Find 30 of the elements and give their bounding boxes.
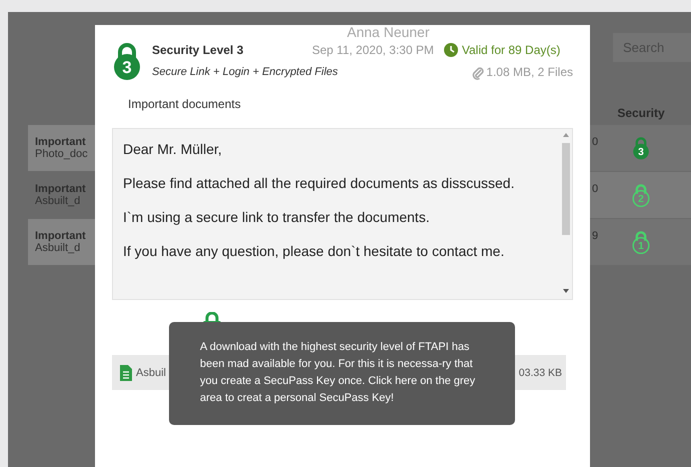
list-item[interactable]: Important Photo_doc: [28, 125, 98, 171]
tooltip[interactable]: [169, 322, 515, 425]
item-title: Important: [35, 136, 87, 148]
attachment-size: 03.33 KB: [518, 366, 562, 378]
message-paragraph: Please find attached all the required documents as disscussed.: [123, 174, 516, 193]
message-subject: Important documents: [128, 97, 242, 111]
tooltip-text: A download with the highest security level of FTAPI has been mad available for you. For this it is necessa-ry that you create a SecuPass Key once. Click here on the grey area to creat a personal SecuPass Key!: [200, 340, 476, 406]
table-cell-text: 0: [591, 136, 600, 148]
security-title: Security Level 3: [152, 42, 244, 56]
validity-text: Valid for 89 Day(s): [462, 42, 560, 56]
list-item[interactable]: Important Asbuilt_d: [28, 219, 98, 265]
sender-name: Anna Neuner: [347, 25, 430, 40]
item-filename: Photo_doc: [35, 148, 89, 160]
date-text: Sep 11, 2020, 3:30 PM: [312, 42, 434, 56]
document-icon: [120, 364, 132, 380]
message-paragraph: If you have any question, please don`t hesitate to contact me.: [123, 242, 506, 261]
message-paragraph: Dear Mr. Müller,: [123, 140, 223, 159]
message-paragraph: I`m using a secure link to transfer the documents.: [123, 208, 431, 227]
table-cell-text: 9: [591, 230, 600, 242]
item-title: Important: [35, 183, 87, 195]
files-summary: 1.08 MB, 2 Files: [486, 65, 573, 79]
attachment-name: Asbuil: [136, 366, 166, 378]
paperclip-icon: [472, 64, 484, 80]
item-filename: Asbuilt_d: [35, 195, 82, 207]
item-filename: Asbuilt_d: [35, 242, 82, 254]
clock-icon: [444, 42, 458, 56]
table-cell-text: 0: [591, 183, 600, 195]
column-header: Security: [616, 106, 666, 120]
item-title: Important: [35, 230, 87, 242]
security-subtitle: Secure Link + Login + Encrypted Files: [152, 66, 339, 78]
